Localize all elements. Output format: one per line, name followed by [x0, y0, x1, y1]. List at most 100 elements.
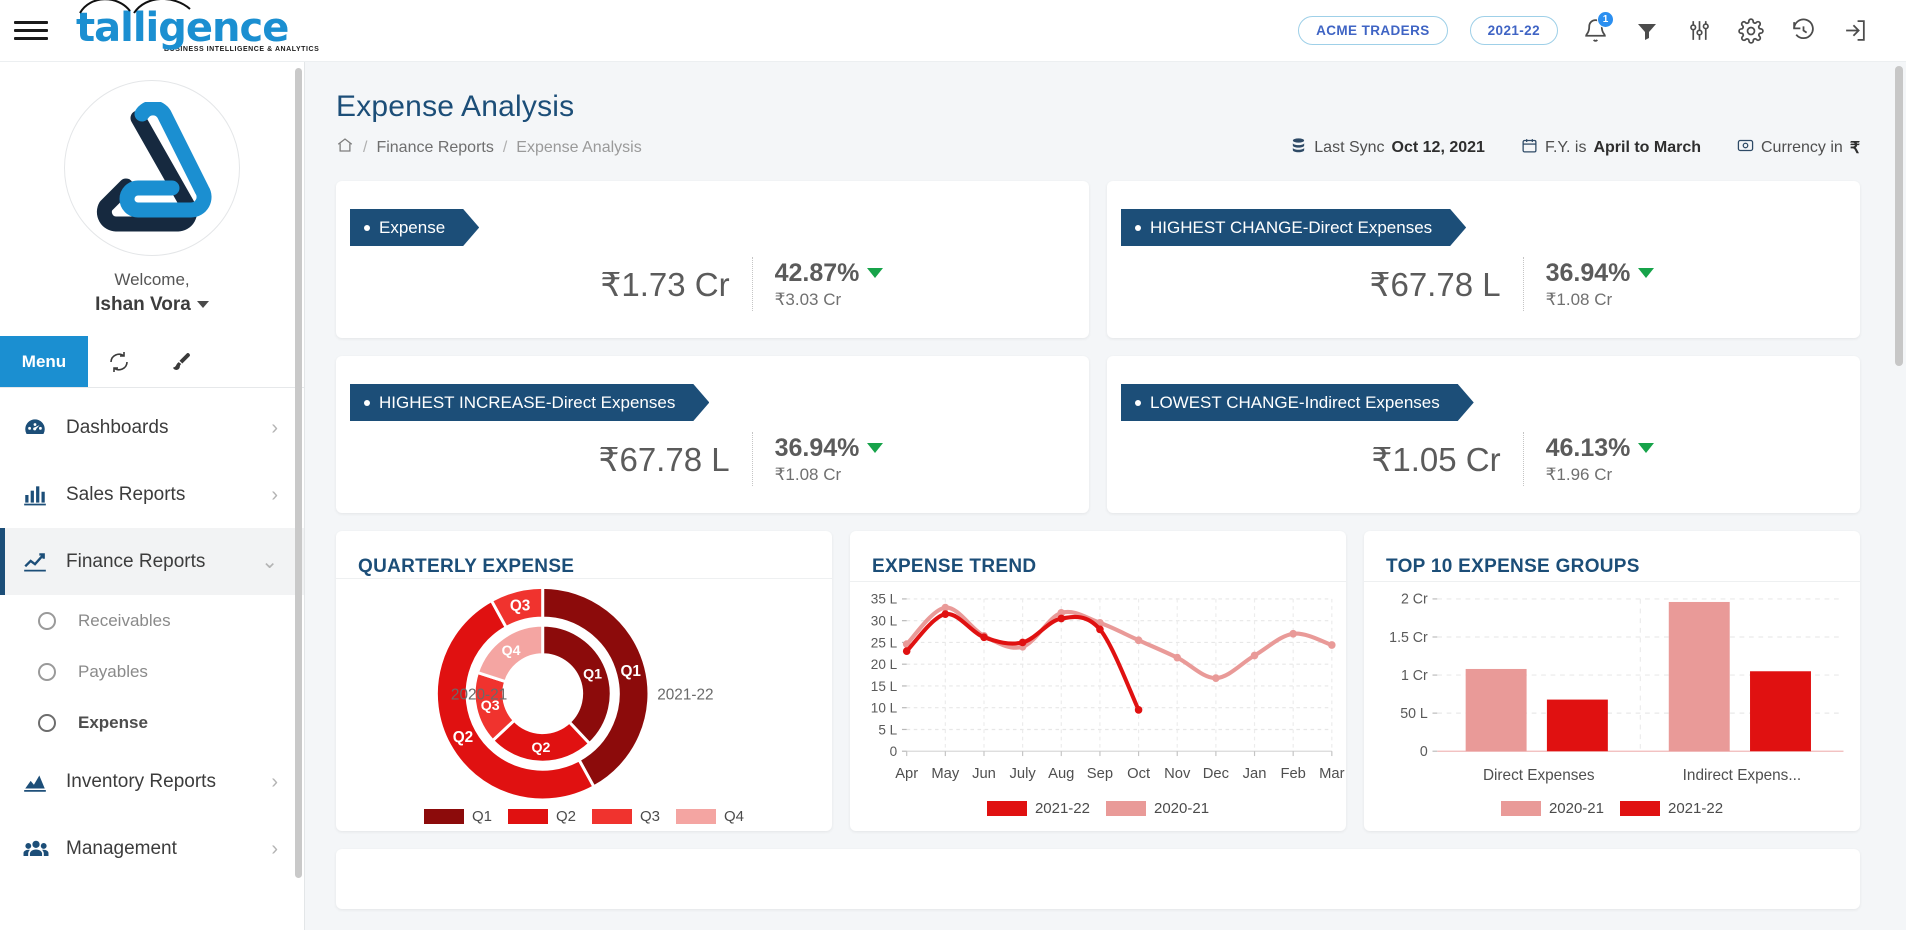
- legend-label: Q4: [724, 808, 745, 826]
- svg-text:10 L: 10 L: [871, 701, 898, 716]
- bullet-icon: [364, 400, 370, 406]
- kpi-card-highest-increase-direct[interactable]: HIGHEST INCREASE-Direct Expenses ₹67.78 …: [336, 356, 1089, 513]
- legend-item: Q2: [507, 808, 576, 825]
- bullet-icon: [364, 225, 370, 231]
- page-meta: Last Sync Oct 12, 2021 F.Y. is April to …: [1290, 137, 1860, 159]
- sidebar-item-inventory-reports[interactable]: Inventory Reports ›: [0, 748, 304, 815]
- fiscal-year-pill[interactable]: 2021-22: [1469, 16, 1558, 45]
- history-icon[interactable]: [1788, 16, 1818, 46]
- kpi-title: HIGHEST INCREASE-Direct Expenses: [379, 392, 676, 412]
- kpi-percent: 46.13%: [1545, 433, 1631, 462]
- sidebar-item-sales-reports[interactable]: Sales Reports ›: [0, 461, 304, 528]
- svg-text:Q4: Q4: [502, 643, 521, 659]
- radio-icon: [38, 713, 56, 732]
- svg-text:15 L: 15 L: [871, 679, 898, 694]
- calendar-icon: [1521, 137, 1538, 159]
- main-content: Expense Analysis / Finance Reports / Exp…: [305, 62, 1906, 930]
- svg-text:5 L: 5 L: [878, 723, 897, 738]
- kpi-subvalue: ₹3.03 Cr: [774, 289, 842, 309]
- kpi-change: 46.13% ₹1.96 Cr: [1524, 434, 1655, 485]
- legend-item: Q1: [423, 808, 492, 826]
- kpi-title: HIGHEST CHANGE-Direct Expenses: [1150, 217, 1433, 237]
- last-sync-value: Oct 12, 2021: [1391, 138, 1485, 156]
- last-sync-label: Last Sync: [1314, 138, 1385, 156]
- bell-icon[interactable]: 1: [1580, 10, 1614, 46]
- svg-text:Mar: Mar: [1319, 765, 1344, 782]
- svg-text:Dec: Dec: [1203, 765, 1230, 782]
- svg-text:Feb: Feb: [1280, 765, 1305, 782]
- sidebar-subitem-payables[interactable]: Payables: [0, 646, 304, 697]
- next-card-partial: [336, 849, 1860, 909]
- area-chart-icon: [22, 769, 66, 795]
- hamburger-icon[interactable]: [14, 14, 48, 48]
- svg-text:Sep: Sep: [1087, 765, 1113, 782]
- legend-label: Q3: [640, 808, 661, 826]
- svg-text:Indirect Expens...: Indirect Expens...: [1683, 768, 1801, 785]
- sidebar-item-management[interactable]: Management ›: [0, 815, 304, 882]
- chevron-right-icon: ›: [271, 416, 278, 439]
- bar-chart[interactable]: 0 50 L 1 Cr 1.5 Cr 2 Cr Direct Expenses Indire…: [1364, 582, 1860, 800]
- kpi-value: ₹67.78 L: [1369, 265, 1501, 303]
- avatar-wrapper: [0, 62, 304, 256]
- refresh-icon[interactable]: [88, 336, 150, 387]
- svg-text:Aug: Aug: [1048, 765, 1074, 782]
- home-icon[interactable]: [336, 136, 354, 159]
- breadcrumb-parent[interactable]: Finance Reports: [376, 139, 493, 157]
- sidebar-scrollbar[interactable]: [295, 68, 302, 878]
- sidebar-subitem-receivables[interactable]: Receivables: [0, 595, 304, 646]
- user-name: Ishan Vora: [95, 294, 191, 315]
- sidebar-item-dashboards[interactable]: Dashboards ›: [0, 394, 304, 461]
- sidebar-nav: Dashboards › Sales Reports › Finance Rep…: [0, 394, 304, 882]
- sliders-icon[interactable]: [1684, 16, 1714, 46]
- legend-swatch: [423, 809, 464, 825]
- legend-swatch: [507, 809, 548, 825]
- chart-legend: Q1 Q2 Q3 Q4: [336, 808, 832, 839]
- sidebar-item-finance-reports[interactable]: Finance Reports ⌄: [0, 528, 304, 595]
- sidebar-subitem-expense[interactable]: Expense: [0, 697, 304, 748]
- kpi-body: ₹1.73 Cr 42.87% ₹3.03 Cr: [336, 257, 1089, 311]
- legend-label: Q1: [471, 808, 492, 826]
- filter-icon[interactable]: [1632, 16, 1662, 46]
- legend-label: 2020-21: [1154, 800, 1210, 817]
- top-bar: talligence BUSINESS INTELLIGENCE & ANALY…: [0, 0, 1906, 62]
- legend-swatch: [592, 809, 632, 825]
- chart-card-expense-trend: EXPENSE TREND 0 5 L 10 L 15 L 20 L 25 L 30 L 35…: [850, 531, 1346, 831]
- sidebar-item-label: Finance Reports: [66, 550, 206, 572]
- last-sync-meta: Last Sync Oct 12, 2021: [1290, 137, 1485, 159]
- svg-text:0: 0: [890, 744, 898, 759]
- chart-title: TOP 10 EXPENSE GROUPS: [1364, 531, 1860, 583]
- svg-text:Jan: Jan: [1243, 765, 1267, 782]
- kpi-title: LOWEST CHANGE-Indirect Expenses: [1150, 392, 1440, 412]
- svg-text:July: July: [1010, 765, 1037, 782]
- gear-icon[interactable]: [1736, 16, 1766, 46]
- bullet-icon: [1135, 400, 1141, 406]
- tab-menu[interactable]: Menu: [0, 336, 88, 387]
- svg-text:Q3: Q3: [510, 597, 530, 614]
- legend-item: 2021-22: [1620, 800, 1723, 817]
- svg-text:Direct Expenses: Direct Expenses: [1483, 768, 1595, 785]
- speedometer-icon: [22, 415, 66, 441]
- brush-icon[interactable]: [150, 336, 212, 387]
- legend-swatch: [1620, 801, 1660, 816]
- legend-swatch: [1106, 801, 1146, 816]
- sidebar-item-label: Sales Reports: [66, 483, 186, 505]
- legend-item: 2020-21: [1500, 800, 1604, 817]
- kpi-body: ₹67.78 L 36.94% ₹1.08 Cr: [1107, 257, 1860, 311]
- main-scrollbar[interactable]: [1895, 66, 1903, 366]
- user-menu[interactable]: Ishan Vora: [0, 294, 304, 316]
- logout-icon[interactable]: [1840, 16, 1870, 46]
- currency-icon: [1737, 137, 1754, 159]
- kpi-value: ₹1.73 Cr: [600, 265, 730, 303]
- sidebar-subitem-label: Payables: [78, 661, 148, 681]
- donut-chart[interactable]: Q1 Q2 Q3 Q1 Q2 Q3 Q4 2020-21 2021-22: [336, 579, 832, 808]
- kpi-card-expense[interactable]: Expense ₹1.73 Cr 42.87% ₹3.03 Cr: [336, 181, 1089, 338]
- trend-down-icon: [1638, 268, 1655, 278]
- line-chart[interactable]: 0 5 L 10 L 15 L 20 L 25 L 30 L 35 L Apr May Jun Jul…: [850, 582, 1346, 800]
- chart-legend: 2021-22 2020-21: [850, 800, 1346, 831]
- sidebar-subitem-label: Receivables: [78, 610, 171, 630]
- kpi-card-lowest-change-indirect[interactable]: LOWEST CHANGE-Indirect Expenses ₹1.05 Cr…: [1107, 356, 1860, 513]
- kpi-card-highest-change-direct[interactable]: HIGHEST CHANGE-Direct Expenses ₹67.78 L …: [1107, 181, 1860, 338]
- kpi-body: ₹67.78 L 36.94% ₹1.08 Cr: [336, 432, 1089, 486]
- chart-title: EXPENSE TREND: [850, 531, 1346, 583]
- company-selector-pill[interactable]: ACME TRADERS: [1298, 16, 1448, 45]
